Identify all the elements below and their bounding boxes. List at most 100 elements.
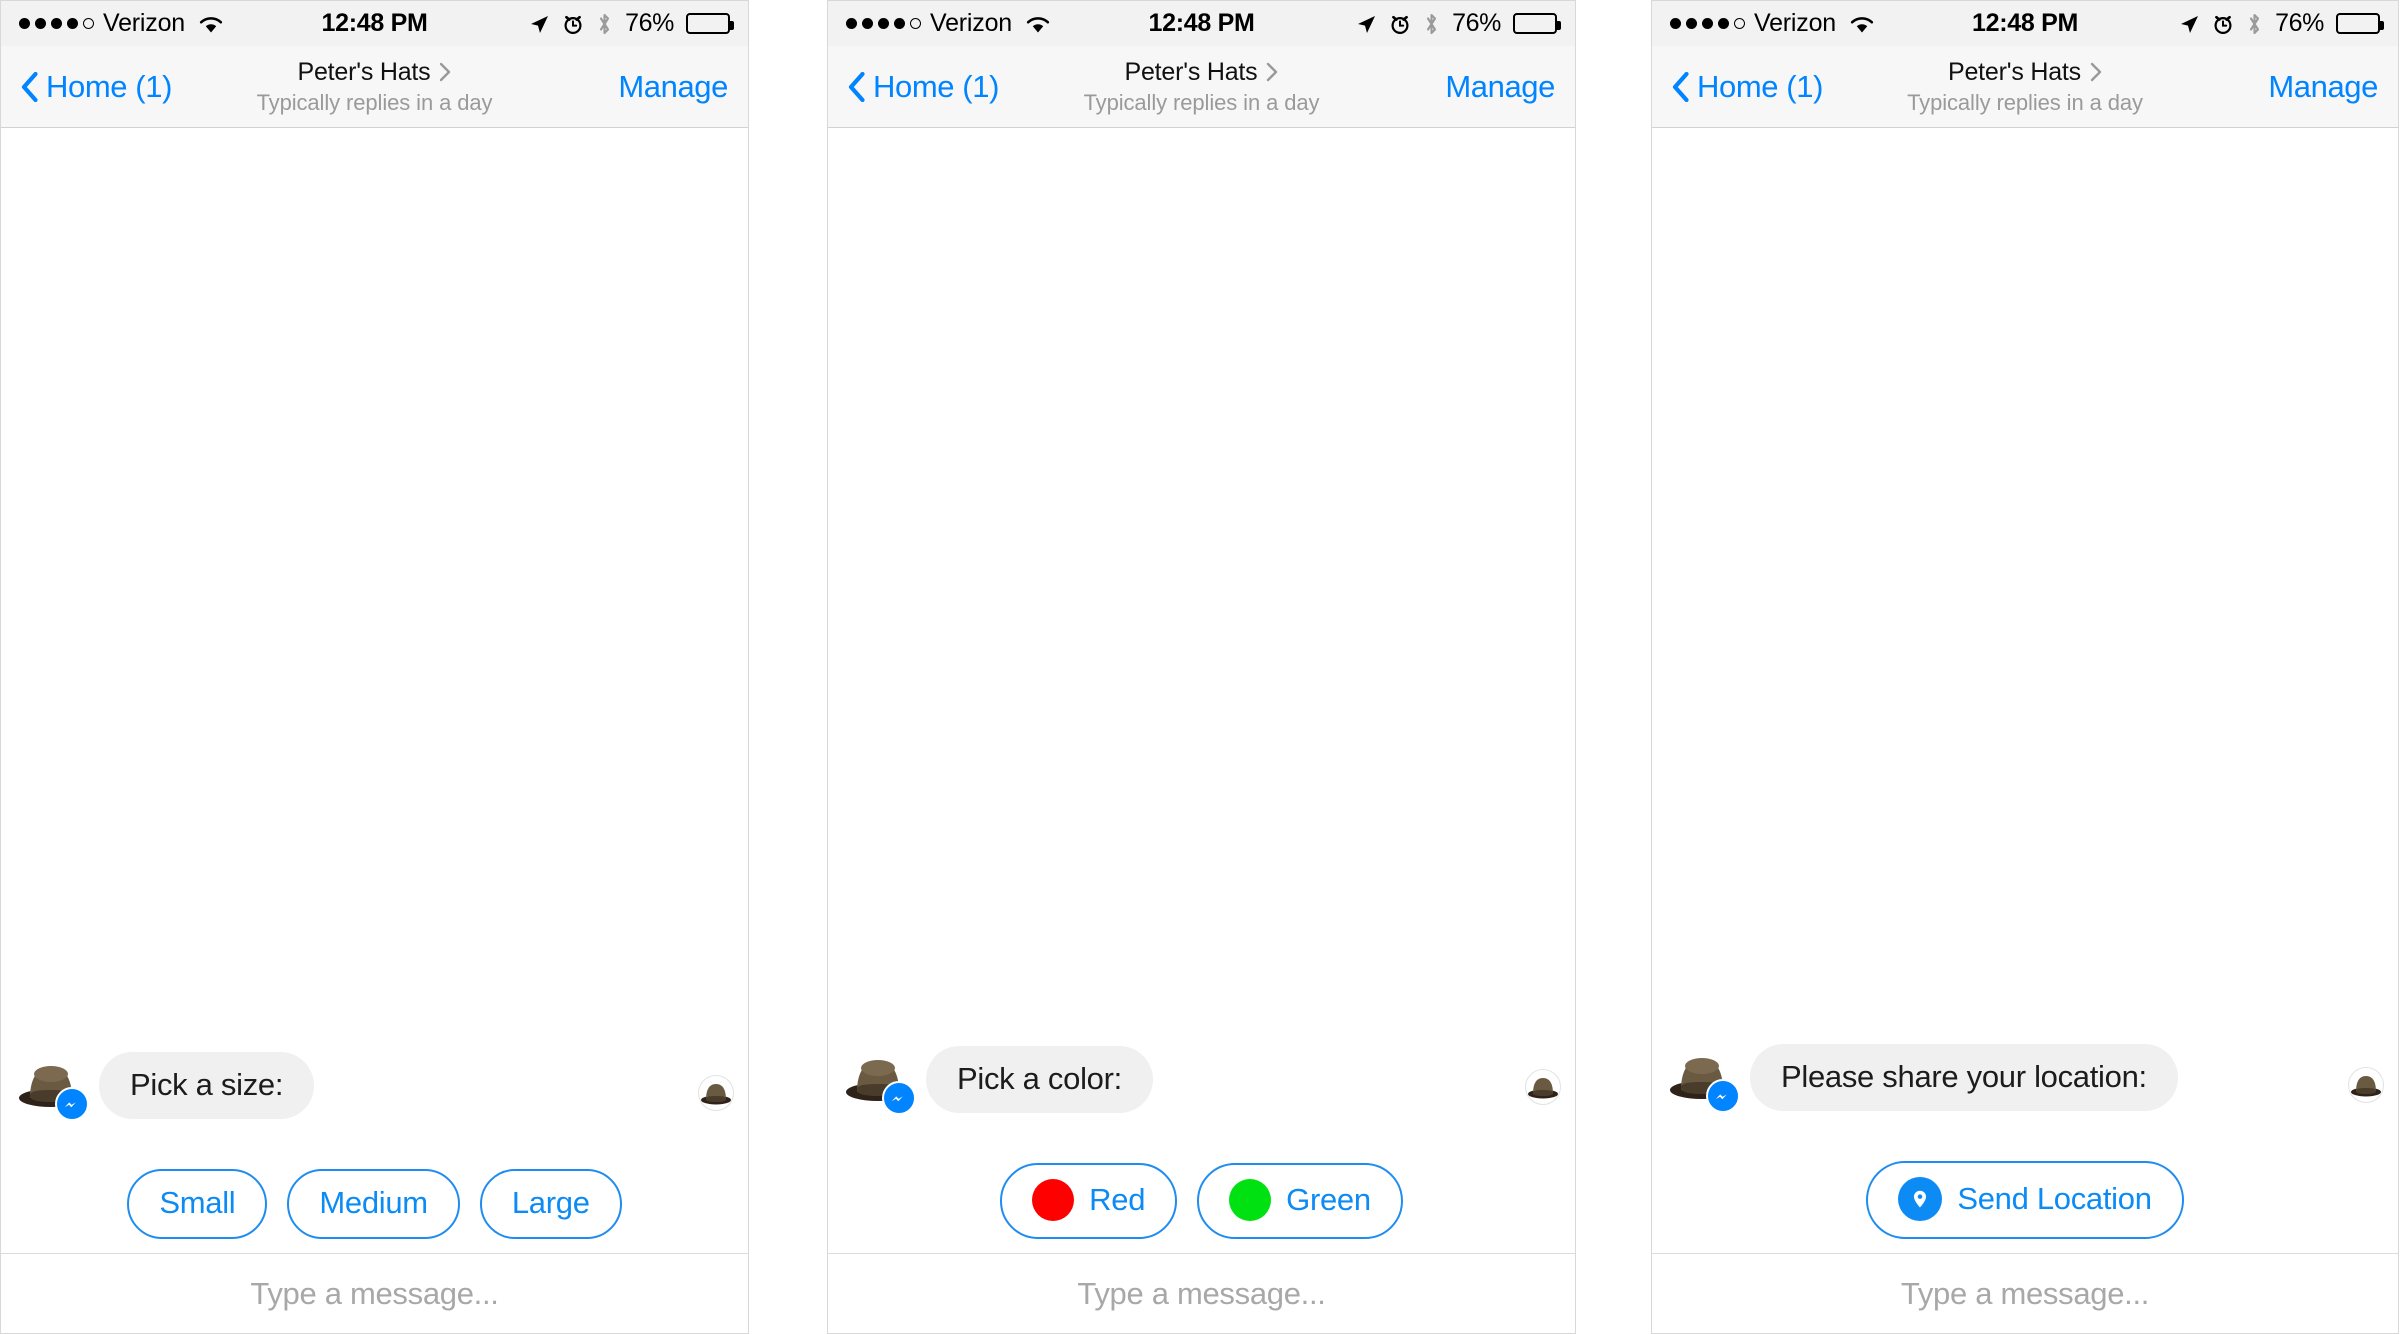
status-bar-right: 76% [528, 9, 734, 38]
signal-dot [846, 18, 857, 29]
manage-button[interactable]: Manage [2268, 69, 2378, 105]
message-thread: Pick a size: Small Medium Large [1, 128, 748, 1253]
page-title-button[interactable]: Peter's Hats [1948, 58, 2102, 87]
bowler-hat-seen-avatar [2351, 1076, 2381, 1097]
bluetooth-icon [2246, 12, 2263, 36]
quick-reply-send-location[interactable]: Send Location [1866, 1161, 2184, 1239]
message-composer[interactable]: Type a message... [828, 1253, 1575, 1333]
chevron-right-icon [2090, 62, 2102, 82]
bowler-hat-seen-avatar [701, 1084, 731, 1105]
chevron-right-icon [1266, 62, 1278, 82]
location-arrow-icon [1355, 13, 1377, 35]
quick-reply-label: Small [159, 1185, 236, 1220]
battery-percent-label: 76% [625, 9, 674, 37]
message-thread: Pick a color: Red Green [828, 128, 1575, 1253]
signal-dot [67, 18, 78, 29]
panel-gap [1576, 0, 1651, 1334]
signal-dot-empty [83, 18, 94, 29]
navigation-bar: Home (1) Peter's Hats Typically replies … [1652, 46, 2398, 128]
bowler-hat-seen-avatar [1528, 1078, 1558, 1099]
status-bar: Verizon 12:48 PM 76% [1652, 1, 2398, 46]
signal-dot [1702, 18, 1713, 29]
page-title-button[interactable]: Peter's Hats [1125, 58, 1279, 87]
battery-icon [2336, 13, 2384, 34]
phone-panel-color: Verizon 12:48 PM 76% Home (1) Peter's Ha… [827, 0, 1576, 1334]
status-bar-left: Verizon [19, 9, 224, 38]
status-bar-left: Verizon [1670, 9, 1875, 38]
chevron-right-icon [439, 62, 451, 82]
manage-button[interactable]: Manage [1445, 69, 1555, 105]
message-bubble: Pick a size: [99, 1052, 315, 1119]
signal-dot [1718, 18, 1729, 29]
color-swatch-red [1032, 1179, 1075, 1221]
status-bar-left: Verizon [846, 9, 1051, 38]
location-arrow-icon [528, 13, 550, 35]
page-title-button[interactable]: Peter's Hats [298, 58, 452, 87]
back-button[interactable]: Home (1) [21, 69, 172, 105]
page-subtitle: Typically replies in a day [1907, 89, 2143, 115]
manage-button[interactable]: Manage [618, 69, 728, 105]
alarm-clock-icon [562, 13, 584, 35]
chevron-left-icon [848, 71, 865, 102]
quick-reply-label: Send Location [1957, 1181, 2152, 1216]
status-bar: Verizon 12:48 PM 76% [1, 1, 748, 46]
quick-reply-green[interactable]: Green [1197, 1163, 1403, 1239]
chevron-left-icon [21, 71, 38, 102]
message-input-placeholder: Type a message... [1077, 1275, 1326, 1311]
back-button[interactable]: Home (1) [1672, 69, 1823, 105]
signal-dot [878, 18, 889, 29]
page-subtitle: Typically replies in a day [1083, 89, 1320, 115]
carrier-label: Verizon [103, 9, 185, 37]
message-input-placeholder: Type a message... [1900, 1275, 2150, 1311]
message-composer[interactable]: Type a message... [1652, 1253, 2398, 1333]
alarm-clock-icon [1389, 13, 1411, 35]
signal-dot [19, 18, 30, 29]
quick-reply-red[interactable]: Red [1000, 1163, 1178, 1239]
quick-reply-medium[interactable]: Medium [287, 1169, 460, 1239]
status-bar: Verizon 12:48 PM 76% [828, 1, 1575, 46]
quick-reply-small[interactable]: Small [127, 1169, 268, 1239]
signal-dot [35, 18, 46, 29]
signal-strength-dots [846, 18, 921, 29]
messenger-badge-icon [882, 1081, 916, 1115]
location-arrow-icon [2178, 13, 2200, 35]
signal-strength-dots [19, 18, 94, 29]
seen-avatar [1525, 1069, 1561, 1105]
message-composer[interactable]: Type a message... [1, 1253, 748, 1333]
avatar [1668, 1043, 1740, 1113]
wifi-icon [198, 14, 224, 34]
signal-dot [894, 18, 905, 29]
back-button-label: Home (1) [46, 68, 172, 104]
avatar [17, 1051, 89, 1121]
signal-dot [1686, 18, 1697, 29]
bluetooth-icon [596, 12, 613, 36]
battery-icon [1513, 13, 1561, 34]
page-title: Peter's Hats [1124, 57, 1258, 86]
back-button-label: Home (1) [1697, 68, 1823, 104]
message-row: Pick a size: [1, 1051, 748, 1121]
page-title: Peter's Hats [297, 57, 431, 86]
message-row: Pick a color: [828, 1045, 1575, 1115]
battery-percent-label: 76% [2275, 9, 2324, 37]
status-bar-right: 76% [1355, 9, 1561, 38]
wifi-icon [1025, 14, 1051, 34]
seen-avatar [2348, 1067, 2384, 1103]
bluetooth-icon [1423, 12, 1440, 36]
quick-reply-label: Red [1089, 1182, 1146, 1217]
messenger-badge-icon [55, 1087, 89, 1121]
status-bar-right: 76% [2178, 9, 2384, 38]
message-thread: Please share your location: Send Locatio… [1652, 128, 2398, 1253]
back-button-label: Home (1) [873, 68, 999, 104]
signal-strength-dots [1670, 18, 1745, 29]
signal-dot-empty [1734, 18, 1745, 29]
message-input-placeholder: Type a message... [250, 1275, 499, 1311]
page-subtitle: Typically replies in a day [256, 89, 493, 115]
chevron-left-icon [1672, 71, 1689, 102]
carrier-label: Verizon [1754, 9, 1836, 37]
signal-dot [51, 18, 62, 29]
battery-icon [686, 13, 734, 34]
page-title: Peter's Hats [1948, 57, 2081, 86]
alarm-clock-icon [2212, 13, 2234, 35]
back-button[interactable]: Home (1) [848, 69, 999, 105]
quick-reply-large[interactable]: Large [479, 1169, 622, 1239]
